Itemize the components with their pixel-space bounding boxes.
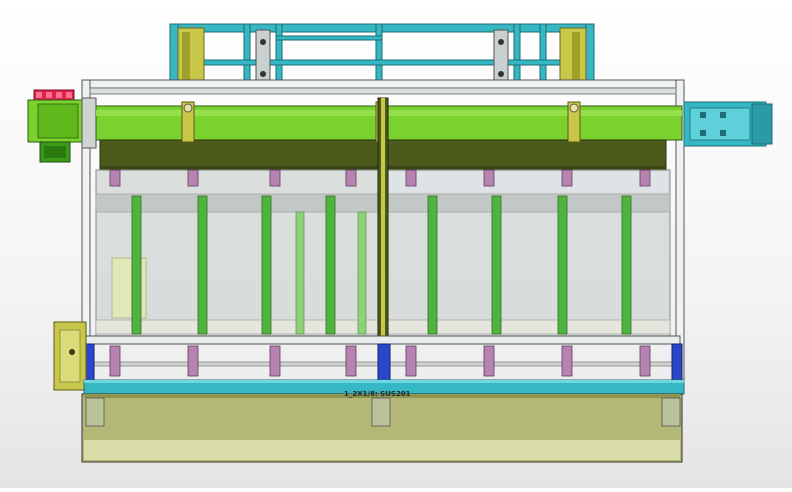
left-yellow-box [53,321,87,391]
material-label: 1_2X1/8: SUS201 [344,390,411,398]
base-block [81,393,683,463]
right-drive-unit [683,101,773,147]
top-gantry-frame [169,23,595,87]
cad-assembly-view: 1_2X1/8: SUS201 [0,0,792,488]
assembly-drawing [27,23,773,463]
